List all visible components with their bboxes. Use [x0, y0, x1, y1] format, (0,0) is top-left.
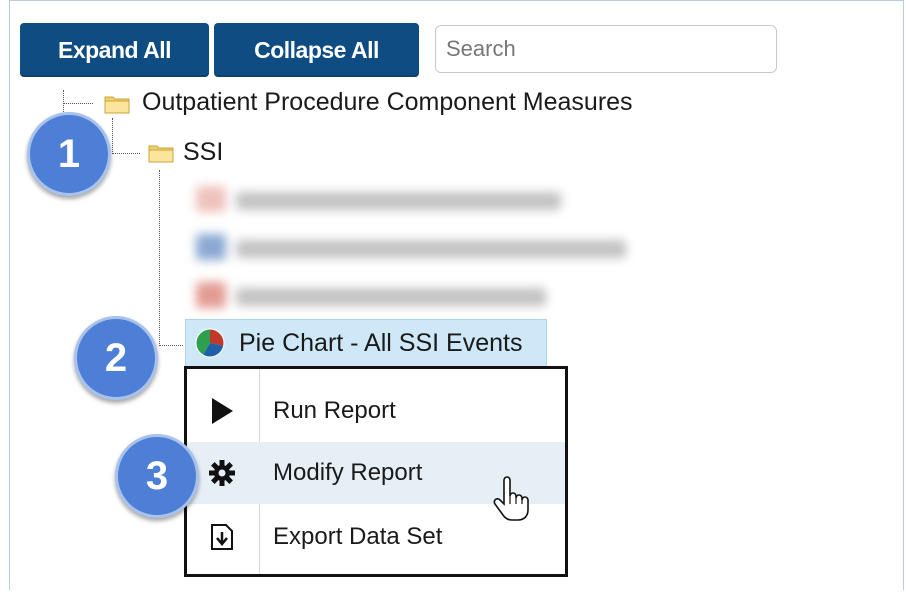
callout-badge-1: 1: [27, 112, 111, 196]
collapse-all-button[interactable]: Collapse All: [214, 23, 419, 77]
tree-node-ssi[interactable]: SSI: [183, 138, 223, 167]
tree-node-outpatient-measures[interactable]: Outpatient Procedure Component Measures: [142, 88, 633, 117]
blurred-label: [236, 192, 561, 210]
blurred-report-item[interactable]: [196, 186, 576, 216]
blurred-report-item[interactable]: [196, 282, 556, 312]
folder-icon: [104, 96, 130, 114]
folder-icon: [148, 145, 174, 163]
report-icon: [196, 234, 226, 260]
tree-connector: [112, 153, 140, 154]
tree-connector: [159, 170, 160, 346]
blurred-report-item[interactable]: [196, 234, 636, 264]
search-input[interactable]: [435, 25, 777, 73]
export-icon: [205, 520, 239, 554]
menu-item-label: Export Data Set: [273, 523, 443, 550]
report-icon: [196, 282, 226, 308]
blurred-label: [236, 240, 626, 258]
tree-connector: [159, 345, 183, 346]
context-menu: Run Report Modify Report Export Data Set: [184, 366, 568, 577]
menu-item-label: Run Report: [273, 397, 396, 424]
tree-connector: [63, 103, 93, 104]
pie-chart-label: Pie Chart - All SSI Events: [239, 329, 523, 357]
play-icon: [205, 394, 239, 428]
callout-badge-3: 3: [115, 434, 199, 518]
hand-cursor-icon: [493, 476, 529, 521]
pie-chart-icon: [195, 328, 225, 358]
gear-icon: [205, 456, 239, 490]
callout-badge-2: 2: [74, 316, 158, 400]
menu-item-run-report[interactable]: Run Report: [187, 380, 565, 442]
menu-item-label: Modify Report: [273, 459, 423, 486]
report-icon: [196, 186, 226, 212]
tree-connector: [112, 118, 113, 154]
blurred-label: [236, 288, 546, 306]
expand-all-button[interactable]: Expand All: [20, 23, 209, 77]
tree-connector: [63, 90, 64, 112]
